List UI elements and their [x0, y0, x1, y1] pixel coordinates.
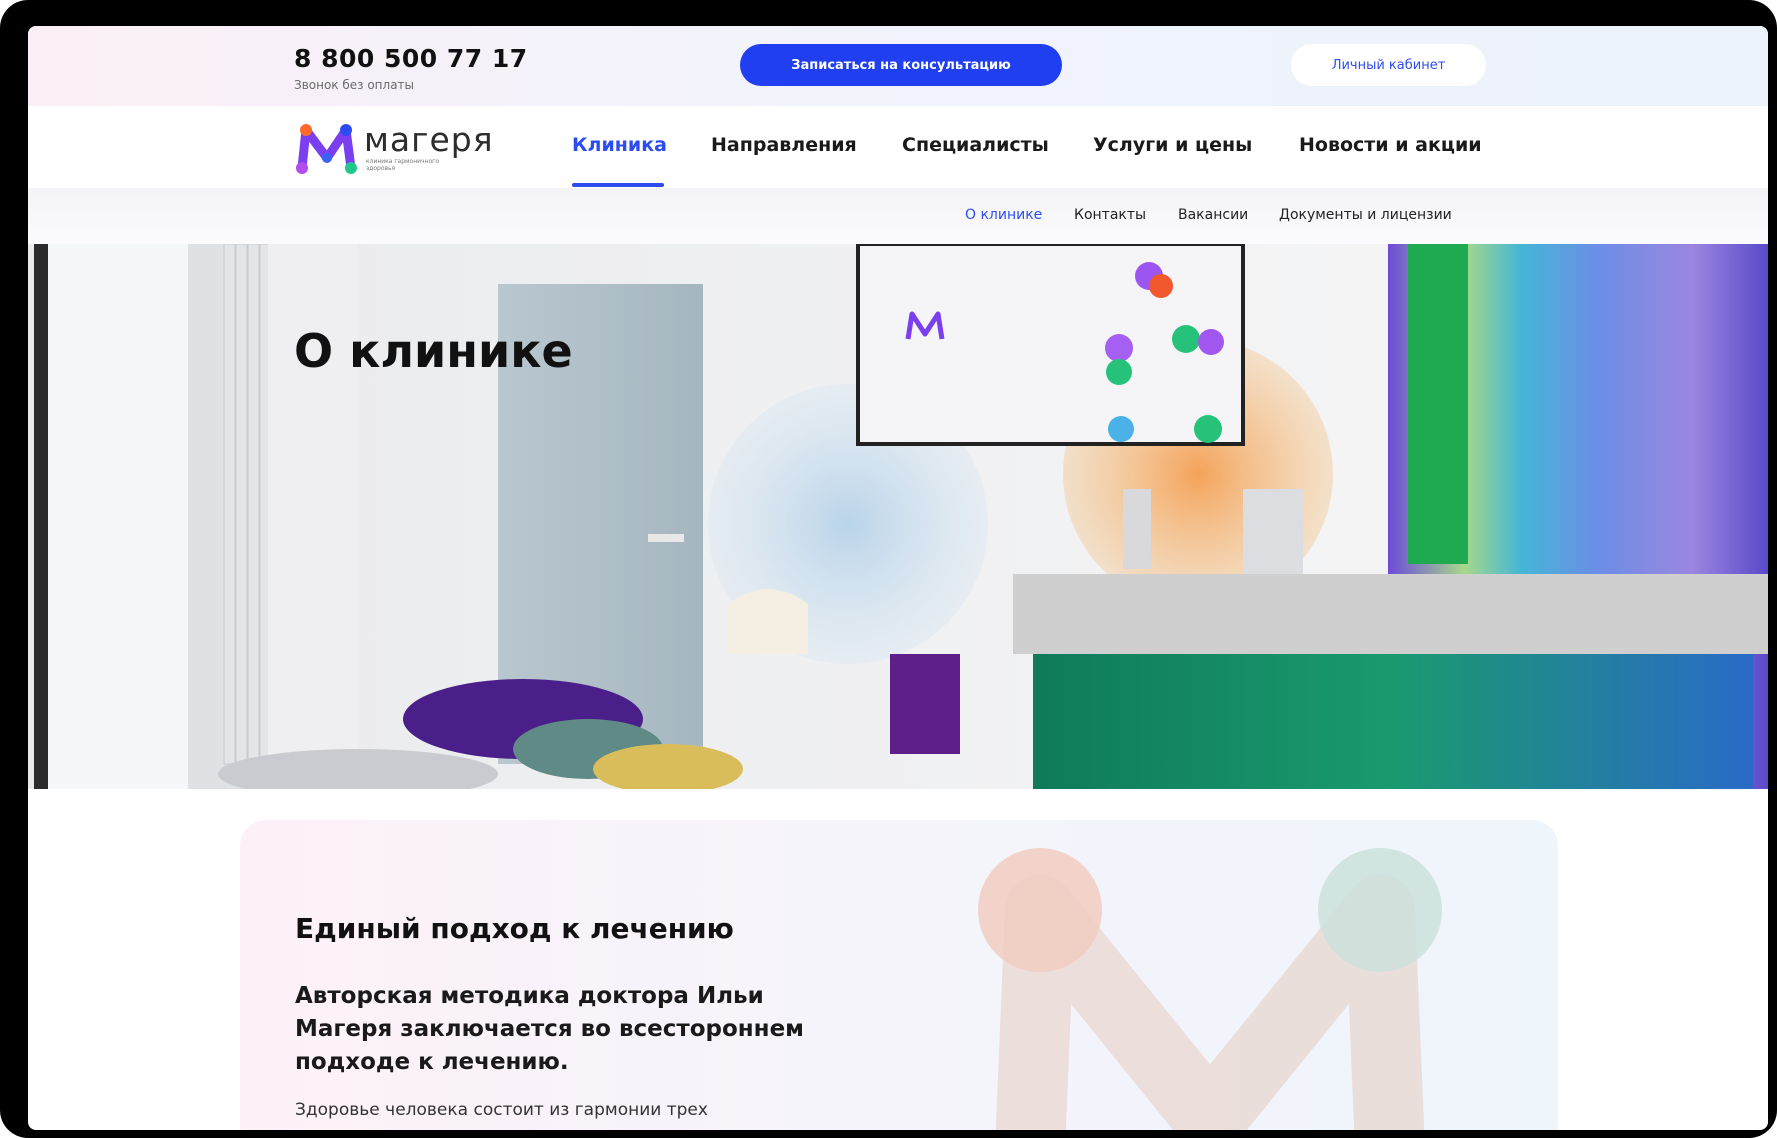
section-heading: Единый подход к лечению	[295, 912, 734, 945]
section-body: Здоровье человека состоит из гармонии тр…	[295, 1100, 708, 1120]
nav-item-specialists[interactable]: Специалисты	[902, 134, 1049, 156]
brand-tagline: клиника гармоничного здоровья	[366, 158, 440, 172]
section-lead: Авторская методика доктора Ильи Магеря з…	[295, 983, 804, 1075]
subnav-item-vacancies[interactable]: Вакансии	[1178, 207, 1248, 223]
top-bar: 8 800 500 77 17 Звонок без оплаты Записа…	[28, 26, 1768, 106]
nav-item-services-prices[interactable]: Услуги и цены	[1093, 134, 1252, 156]
clinic-interior-image	[28, 244, 1768, 789]
brand-logo[interactable]: магеря клиника гармоничного здоровья	[294, 116, 494, 182]
sub-navigation: О клинике Контакты Вакансии Документы и …	[28, 188, 1768, 244]
nav-item-clinic[interactable]: Клиника	[572, 134, 667, 156]
subnav-item-about[interactable]: О клинике	[965, 207, 1042, 223]
approach-card: Единый подход к лечению Авторская методи…	[240, 820, 1558, 1130]
nav-item-directions[interactable]: Направления	[711, 134, 857, 156]
active-nav-indicator	[572, 183, 664, 187]
phone-caption: Звонок без оплаты	[294, 78, 415, 92]
brand-name: магеря	[364, 120, 494, 159]
subnav-item-contacts[interactable]: Контакты	[1074, 207, 1146, 223]
hero-banner: О клинике	[28, 244, 1768, 789]
book-consultation-button[interactable]: Записаться на консультацию	[740, 44, 1062, 86]
page-title: О клинике	[294, 324, 573, 378]
browser-viewport: 8 800 500 77 17 Звонок без оплаты Записа…	[28, 26, 1768, 1130]
main-navigation: магеря клиника гармоничного здоровья Кли…	[28, 106, 1768, 188]
phone-number[interactable]: 8 800 500 77 17	[294, 44, 528, 73]
logo-m-icon	[296, 124, 357, 174]
decorative-m-graphic	[978, 848, 1442, 1130]
nav-item-news-promotions[interactable]: Новости и акции	[1299, 134, 1482, 156]
personal-account-button[interactable]: Личный кабинет	[1291, 44, 1486, 86]
subnav-item-documents[interactable]: Документы и лицензии	[1279, 207, 1452, 223]
radiator	[223, 244, 272, 765]
device-frame: 8 800 500 77 17 Звонок без оплаты Записа…	[0, 0, 1777, 1138]
